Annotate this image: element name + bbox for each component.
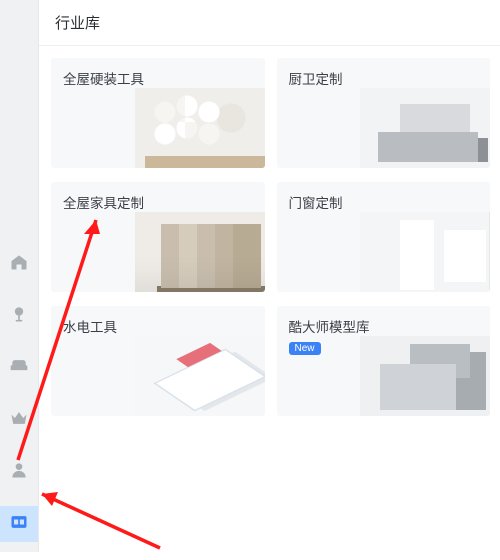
card-thumb [135, 336, 265, 416]
card-hard-install-tools[interactable]: 全屋硬装工具 [51, 58, 265, 168]
library-icon [9, 512, 29, 537]
card-kudashi-library[interactable]: 酷大师模型库 New [277, 306, 491, 416]
card-plumbing-electric[interactable]: 水电工具 [51, 306, 265, 416]
house-icon [9, 252, 29, 277]
card-title: 门窗定制 [289, 192, 479, 212]
side-rail [0, 0, 38, 552]
card-title: 厨卫定制 [289, 68, 479, 88]
lamp-icon [9, 304, 29, 329]
rail-item-lamp[interactable] [0, 298, 38, 334]
rail-item-house[interactable] [0, 246, 38, 282]
rail-item-user[interactable] [0, 454, 38, 490]
panel-body: 全屋硬装工具 厨卫定制 全屋家具定制 门窗定制 水电工具 [39, 46, 500, 552]
card-thumb [135, 212, 265, 292]
panel-title: 行业库 [39, 0, 500, 46]
card-title: 酷大师模型库 [289, 316, 479, 336]
sofa-icon [9, 356, 29, 381]
user-icon [9, 460, 29, 485]
card-title: 全屋硬装工具 [63, 68, 253, 88]
card-thumb [360, 88, 490, 168]
card-door-window[interactable]: 门窗定制 [277, 182, 491, 292]
card-thumb [360, 212, 490, 292]
card-furniture-custom[interactable]: 全屋家具定制 [51, 182, 265, 292]
rail-item-library[interactable] [0, 506, 38, 542]
rail-item-crown[interactable] [0, 402, 38, 438]
card-title: 水电工具 [63, 316, 253, 336]
crown-icon [9, 408, 29, 433]
rail-item-sofa[interactable] [0, 350, 38, 386]
new-badge: New [289, 342, 321, 355]
industry-library-panel: 行业库 全屋硬装工具 厨卫定制 全屋家具定制 门窗定制 [38, 0, 500, 552]
card-grid: 全屋硬装工具 厨卫定制 全屋家具定制 门窗定制 水电工具 [51, 58, 490, 416]
card-thumb [135, 88, 265, 168]
card-title: 全屋家具定制 [63, 192, 253, 212]
card-thumb [360, 336, 490, 416]
card-kitchen-bath[interactable]: 厨卫定制 [277, 58, 491, 168]
